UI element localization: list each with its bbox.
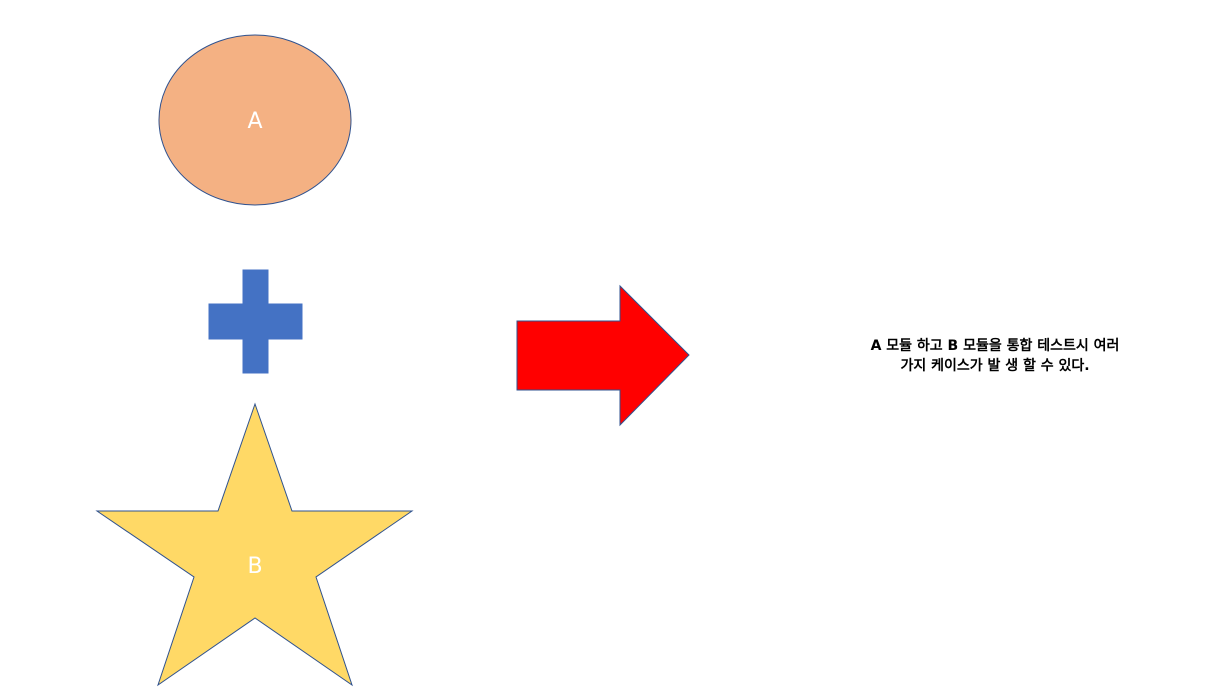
result-arrow-icon <box>516 284 690 427</box>
module-a-label: A <box>247 109 262 134</box>
integration-test-caption: A 모듈 하고 B 모듈을 통합 테스트시 여러 가지 케이스가 발 생 할 수… <box>820 336 1170 376</box>
module-b-shape: B <box>95 402 414 687</box>
caption-line-1: A 모듈 하고 B 모듈을 통합 테스트시 여러 <box>870 338 1120 354</box>
module-b-label: B <box>247 554 262 579</box>
caption-line-2: 가지 케이스가 발 생 할 수 있다. <box>900 358 1090 374</box>
plus-icon <box>208 269 303 374</box>
module-b-star <box>95 402 414 687</box>
module-a-shape: A <box>158 34 352 206</box>
